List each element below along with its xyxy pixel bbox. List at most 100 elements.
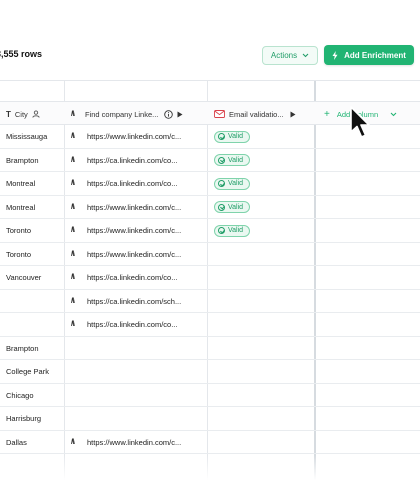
linkedin-url: https://www.linkedin.com/c...	[87, 202, 182, 212]
city-cell[interactable]: Harrisburg	[0, 407, 64, 430]
city-cell[interactable]	[0, 313, 64, 336]
linkedin-cell[interactable]: /\\ https://www.linkedin.com/c...	[65, 125, 207, 148]
linkedin-cell[interactable]: /\\ https://ca.linkedin.com/co...	[65, 266, 207, 289]
person-icon	[32, 110, 40, 118]
table-row: Vancouver /\\ https://ca.linkedin.com/co.…	[0, 266, 420, 290]
enrichment-provider-icon: /\\	[71, 274, 75, 281]
linkedin-cell[interactable]: /\\ https://ca.linkedin.com/co...	[65, 313, 207, 336]
table-row: Harrisburg	[0, 407, 420, 431]
linkedin-cell[interactable]: /\\ https://ca.linkedin.com/sch...	[65, 290, 207, 313]
email-cell[interactable]	[208, 431, 314, 454]
email-cell[interactable]: Valid	[208, 219, 314, 242]
city-cell[interactable]	[0, 290, 64, 313]
city-cell[interactable]: Brampton	[0, 337, 64, 360]
email-cell[interactable]	[208, 384, 314, 407]
enrichment-provider-icon: /\\	[71, 180, 75, 187]
email-cell[interactable]	[208, 337, 314, 360]
city-cell[interactable]: Brampton	[0, 149, 64, 172]
add-enrichment-button[interactable]: Add Enrichment	[324, 45, 414, 65]
email-cell[interactable]	[208, 243, 314, 266]
column-header-city[interactable]: T City	[0, 102, 64, 126]
email-cell[interactable]	[208, 266, 314, 289]
mouse-cursor-icon	[350, 106, 370, 138]
email-cell[interactable]: Valid	[208, 172, 314, 195]
email-cell[interactable]	[208, 360, 314, 383]
enrichment-provider-icon: /\\	[71, 133, 75, 140]
city-cell[interactable]: Mississauga	[0, 125, 64, 148]
linkedin-url: https://ca.linkedin.com/co...	[87, 273, 178, 282]
city-cell[interactable]: College Park	[0, 360, 64, 383]
status-badge: Valid	[214, 201, 251, 213]
table-row: Toronto /\\ https://www.linkedin.com/c...	[0, 243, 420, 266]
play-icon[interactable]	[177, 111, 183, 118]
linkedin-cell[interactable]: /\\ https://ca.linkedin.com/co...	[65, 149, 207, 172]
add-enrichment-label: Add Enrichment	[344, 50, 406, 60]
linkedin-cell[interactable]	[65, 360, 207, 383]
status-text: Valid	[228, 133, 244, 140]
email-cell[interactable]	[208, 313, 314, 336]
table-row: Toronto /\\ https://www.linkedin.com/c...…	[0, 219, 420, 243]
city-cell[interactable]: Montreal	[0, 196, 64, 219]
linkedin-cell[interactable]: /\\ https://www.linkedin.com/c...	[65, 431, 207, 454]
city-cell[interactable]: Toronto	[0, 243, 64, 266]
linkedin-url: https://ca.linkedin.com/co...	[87, 155, 178, 165]
email-cell[interactable]: Valid	[208, 196, 314, 219]
check-circle-icon	[218, 156, 225, 164]
status-text: Valid	[228, 180, 244, 187]
enrichment-provider-icon: /\\	[71, 156, 75, 164]
linkedin-cell[interactable]	[65, 337, 207, 360]
scroll-fade	[0, 455, 420, 480]
actions-button[interactable]: Actions	[262, 46, 318, 65]
linkedin-url: https://www.linkedin.com/c...	[87, 249, 182, 259]
play-icon[interactable]	[290, 111, 296, 118]
column-header-linkedin[interactable]: /\\ Find company Linke...	[65, 102, 207, 126]
chevron-down-icon	[390, 112, 397, 117]
city-cell[interactable]: Dallas	[0, 431, 64, 454]
linkedin-cell[interactable]: /\\ https://ca.linkedin.com/co...	[65, 172, 207, 195]
check-circle-icon	[218, 133, 225, 140]
actions-label: Actions	[270, 51, 298, 60]
table-row: Brampton /\\ https://ca.linkedin.com/co..…	[0, 149, 420, 172]
city-cell[interactable]: Chicago	[0, 384, 64, 407]
linkedin-url: https://ca.linkedin.com/co...	[87, 179, 178, 188]
email-cell[interactable]: Valid	[208, 149, 314, 172]
status-badge: Valid	[214, 154, 251, 166]
city-cell[interactable]: Toronto	[0, 219, 64, 242]
enrichment-provider-icon: /\\	[71, 250, 75, 258]
status-text: Valid	[228, 227, 244, 234]
linkedin-cell[interactable]: /\\ https://www.linkedin.com/c...	[65, 219, 207, 242]
status-text: Valid	[228, 156, 244, 164]
status-text: Valid	[228, 203, 244, 211]
enrichment-provider-icon: /\\	[71, 321, 75, 328]
table-row: /\\ https://ca.linkedin.com/co...	[0, 313, 420, 337]
linkedin-cell[interactable]	[65, 407, 207, 430]
linkedin-url: https://ca.linkedin.com/sch...	[87, 296, 182, 306]
linkedin-cell[interactable]: /\\ https://www.linkedin.com/c...	[65, 196, 207, 219]
table-row: Brampton	[0, 337, 420, 360]
city-cell[interactable]: Vancouver	[0, 266, 64, 289]
linkedin-url: https://ca.linkedin.com/co...	[87, 320, 178, 329]
email-cell[interactable]	[208, 407, 314, 430]
data-grid: T City /\\ Find company Linke... Email v…	[0, 80, 420, 480]
check-circle-icon	[218, 180, 225, 187]
linkedin-header-label: Find company Linke...	[85, 109, 159, 119]
linkedin-url: https://www.linkedin.com/c...	[87, 132, 182, 141]
table-row: Montreal /\\ https://ca.linkedin.com/co..…	[0, 172, 420, 196]
chevron-down-icon	[302, 53, 309, 58]
check-circle-icon	[218, 203, 225, 211]
linkedin-cell[interactable]	[65, 384, 207, 407]
column-header-email[interactable]: Email validatio...	[208, 102, 314, 126]
linkedin-url: https://www.linkedin.com/c...	[87, 226, 182, 235]
status-badge: Valid	[214, 224, 251, 237]
info-icon[interactable]	[164, 109, 174, 119]
row-count: 3,555 rows	[0, 49, 43, 59]
plus-icon: +	[324, 108, 330, 120]
city-cell[interactable]: Montreal	[0, 172, 64, 195]
status-badge: Valid	[214, 130, 251, 143]
toolbar: 3,555 rows Actions Add Enrichment	[0, 0, 420, 80]
email-cell[interactable]: Valid	[208, 125, 314, 148]
text-type-icon: T	[6, 109, 11, 119]
email-cell[interactable]	[208, 290, 314, 313]
enrichment-provider-icon: /\\	[71, 110, 75, 118]
linkedin-cell[interactable]: /\\ https://www.linkedin.com/c...	[65, 243, 207, 266]
